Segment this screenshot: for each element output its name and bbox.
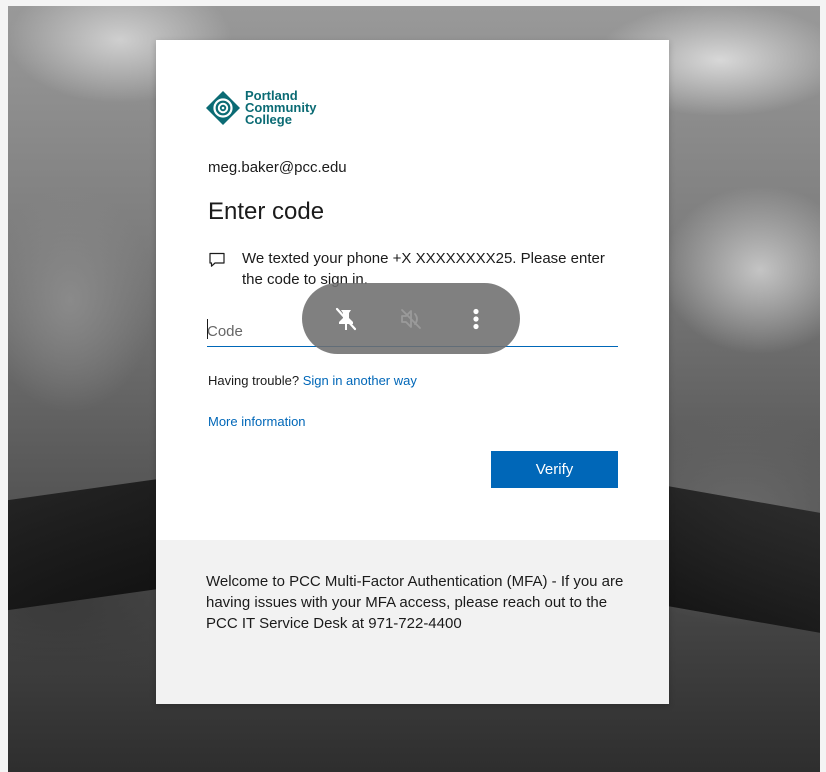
pcc-logo: Portland Community College: [205, 89, 317, 127]
graduation-cap-left: [0, 478, 160, 612]
unpin-icon[interactable]: [326, 299, 366, 339]
floating-video-toolbar: [302, 283, 520, 354]
account-email: meg.baker@pcc.edu: [208, 159, 347, 176]
logo-line-3: College: [245, 112, 292, 127]
page-title: Enter code: [208, 198, 325, 225]
logo-wordmark: Portland Community College: [245, 89, 317, 127]
chat-bubble-icon: [208, 251, 226, 269]
sign-in-card: Portland Community College meg.baker@pcc…: [156, 40, 669, 704]
text-caret: [207, 319, 208, 339]
pcc-logo-icon: [205, 90, 241, 126]
having-trouble-label: Having trouble?: [208, 373, 300, 388]
sign-in-another-way-link[interactable]: Sign in another way: [303, 373, 417, 388]
more-information-link[interactable]: More information: [208, 414, 306, 429]
verify-button[interactable]: Verify: [491, 451, 618, 488]
footer-message: Welcome to PCC Multi-Factor Authenticati…: [206, 573, 624, 632]
more-options-icon[interactable]: [456, 299, 496, 339]
card-footer: Welcome to PCC Multi-Factor Authenticati…: [156, 540, 669, 704]
having-trouble-row: Having trouble? Sign in another way: [208, 373, 417, 388]
more-information-row: More information: [208, 414, 306, 429]
mute-icon[interactable]: [391, 299, 431, 339]
